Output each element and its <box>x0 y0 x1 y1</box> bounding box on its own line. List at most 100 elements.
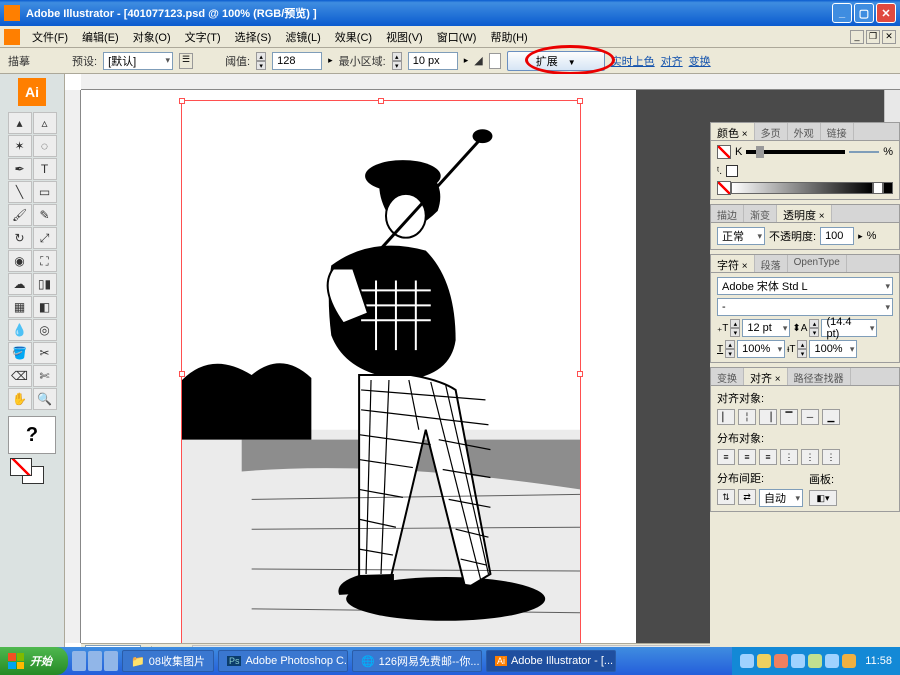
tab-gradient[interactable]: 渐变 <box>744 205 777 222</box>
crop-tool[interactable]: ✂ <box>33 342 57 364</box>
white-chip[interactable] <box>873 182 883 194</box>
spacing-dropdown[interactable]: 自动 <box>759 489 803 507</box>
close-button[interactable]: ✕ <box>876 3 896 23</box>
none-swatch-icon[interactable] <box>717 181 731 195</box>
menu-edit[interactable]: 编辑(E) <box>76 27 125 47</box>
quicklaunch-icon[interactable] <box>72 651 86 671</box>
direct-select-tool[interactable]: ▵ <box>33 112 57 134</box>
tab-appearance[interactable]: 外观 <box>788 123 821 140</box>
doc-restore-button[interactable]: ❐ <box>866 30 880 44</box>
doc-close-button[interactable]: ✕ <box>882 30 896 44</box>
tray-icon[interactable] <box>825 654 839 668</box>
freetrans-tool[interactable]: ⛶ <box>33 250 57 272</box>
doc-minimize-button[interactable]: _ <box>850 30 864 44</box>
hscale-input[interactable]: 100% <box>737 340 785 358</box>
minarea-input[interactable]: 10 px <box>408 52 458 70</box>
maximize-button[interactable]: ▢ <box>854 3 874 23</box>
rect-tool[interactable]: ▭ <box>33 181 57 203</box>
blend-mode-dropdown[interactable]: 正常 <box>717 227 765 245</box>
taskbar-item[interactable]: 🌐126网易免费邮--你... <box>352 650 482 672</box>
align-vcenter[interactable]: ─ <box>801 409 819 425</box>
wand-tool[interactable]: ✶ <box>8 135 32 157</box>
livepaint-tool[interactable]: 🪣 <box>8 342 32 364</box>
eyedrop-tool[interactable]: 💧 <box>8 319 32 341</box>
taskbar-item[interactable]: 📁08收集图片 <box>122 650 214 672</box>
graph-tool[interactable]: ▯▮ <box>33 273 57 295</box>
symbol-tool[interactable]: ☁ <box>8 273 32 295</box>
tab-paragraph[interactable]: 段落 <box>755 255 788 272</box>
live-color-link[interactable]: 实时上色 <box>611 53 655 69</box>
leading-input[interactable]: (14.4 pt) <box>821 319 877 337</box>
gradient-tool[interactable]: ◧ <box>33 296 57 318</box>
preview-icon[interactable]: ◢ <box>474 54 482 67</box>
dist-top[interactable]: ≡ <box>717 449 735 465</box>
tab-pages[interactable]: 多页 <box>755 123 788 140</box>
ruler-horizontal[interactable] <box>81 74 900 90</box>
spectrum-bar[interactable] <box>731 182 873 194</box>
vscale-input[interactable]: 100% <box>809 340 857 358</box>
menu-filter[interactable]: 滤镜(L) <box>279 27 326 47</box>
k-slider[interactable] <box>746 150 845 154</box>
mesh-tool[interactable]: ▦ <box>8 296 32 318</box>
black-chip[interactable] <box>883 182 893 194</box>
align-left[interactable]: ▏ <box>717 409 735 425</box>
fill-swatch-icon[interactable] <box>717 145 731 159</box>
dist-left[interactable]: ⋮ <box>780 449 798 465</box>
taskbar-item[interactable]: PsAdobe Photoshop C... <box>218 650 348 672</box>
menu-help[interactable]: 帮助(H) <box>484 27 533 47</box>
align-right[interactable]: ▕ <box>759 409 777 425</box>
dist-vcenter[interactable]: ≡ <box>738 449 756 465</box>
tab-character[interactable]: 字符 × <box>711 255 755 272</box>
tab-color[interactable]: 颜色 × <box>711 123 755 140</box>
preset-menu-icon[interactable]: ☰ <box>179 53 193 69</box>
align-link[interactable]: 对齐 <box>661 53 683 69</box>
minimize-button[interactable]: _ <box>832 3 852 23</box>
tab-transparency[interactable]: 透明度 × <box>777 205 832 222</box>
pen-tool[interactable]: ✒ <box>8 158 32 180</box>
quicklaunch-icon-2[interactable] <box>88 651 102 671</box>
scissors-tool[interactable]: ✄ <box>33 365 57 387</box>
font-family-dropdown[interactable]: Adobe 宋体 Std L <box>717 277 893 295</box>
font-size-input[interactable]: 12 pt <box>742 319 790 337</box>
stroke-swatch[interactable] <box>726 165 738 177</box>
menu-view[interactable]: 视图(V) <box>380 27 429 47</box>
start-button[interactable]: 开始 <box>0 647 68 675</box>
system-tray[interactable]: 11:58 <box>732 647 900 675</box>
dist-right[interactable]: ⋮ <box>822 449 840 465</box>
clock[interactable]: 11:58 <box>865 655 892 667</box>
lasso-tool[interactable]: ◌ <box>33 135 57 157</box>
line-tool[interactable]: ╲ <box>8 181 32 203</box>
hand-tool[interactable]: ✋ <box>8 388 32 410</box>
tab-stroke[interactable]: 描边 <box>711 205 744 222</box>
align-hcenter[interactable]: ╎ <box>738 409 756 425</box>
tray-icon[interactable] <box>774 654 788 668</box>
align-to-artboard[interactable]: ◧▾ <box>809 490 837 506</box>
taskbar-item-active[interactable]: AiAdobe Illustrator - [... <box>486 650 616 672</box>
color-swatches[interactable] <box>8 458 56 486</box>
menu-type[interactable]: 文字(T) <box>179 27 227 47</box>
tab-opentype[interactable]: OpenType <box>788 255 847 272</box>
type-tool[interactable]: T <box>33 158 57 180</box>
preset-dropdown[interactable]: [默认] <box>103 52 173 70</box>
warp-tool[interactable]: ◉ <box>8 250 32 272</box>
transform-link[interactable]: 变换 <box>689 53 711 69</box>
tab-pathfinder[interactable]: 路径查找器 <box>788 368 851 385</box>
zoom-tool[interactable]: 🔍 <box>33 388 57 410</box>
tray-icon[interactable] <box>740 654 754 668</box>
expand-button[interactable]: 扩展▼ <box>507 51 605 71</box>
tray-icon[interactable] <box>757 654 771 668</box>
ruler-vertical[interactable] <box>65 90 81 643</box>
blend-tool[interactable]: ◎ <box>33 319 57 341</box>
quicklaunch-icon-3[interactable] <box>104 651 118 671</box>
menu-file[interactable]: 文件(F) <box>26 27 74 47</box>
dist-hcenter[interactable]: ⋮ <box>801 449 819 465</box>
brush-tool[interactable]: 🖌 <box>8 204 32 226</box>
tray-icon[interactable] <box>808 654 822 668</box>
artboard-selection[interactable] <box>181 100 581 648</box>
selection-tool[interactable]: ▴ <box>8 112 32 134</box>
align-top[interactable]: ▔ <box>780 409 798 425</box>
dist-vspace[interactable]: ⇅ <box>717 489 735 505</box>
k-value[interactable] <box>849 151 879 153</box>
menu-effect[interactable]: 效果(C) <box>329 27 378 47</box>
tray-icon[interactable] <box>842 654 856 668</box>
